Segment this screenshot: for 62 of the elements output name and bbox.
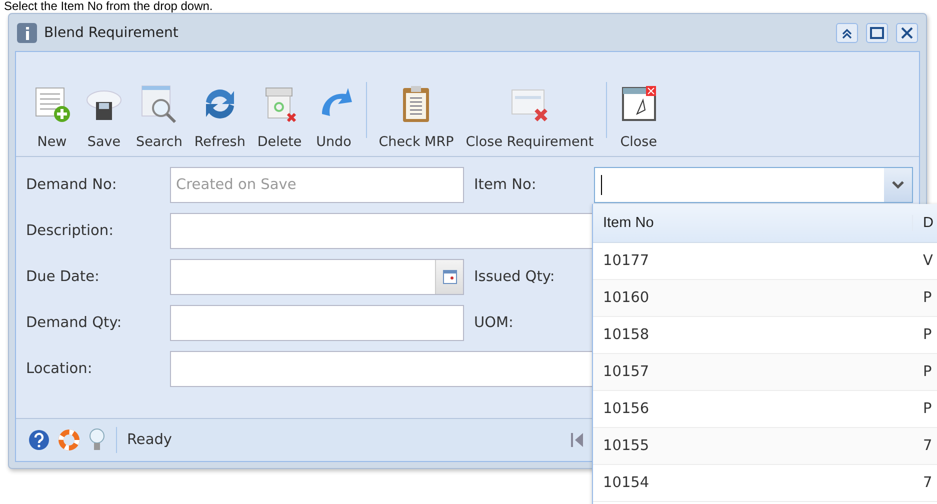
chevron-down-icon [892, 181, 904, 189]
list-row[interactable]: 10156 P [593, 391, 937, 428]
calendar-button[interactable] [435, 260, 463, 294]
window-title: Blend Requirement [44, 24, 180, 40]
maximize-icon [870, 26, 884, 38]
list-row[interactable]: 10160 P [593, 280, 937, 317]
toolbar-button[interactable]: Check MRP [372, 52, 460, 156]
list-row[interactable]: 10158 P [593, 317, 937, 354]
collapse-icon [841, 26, 853, 38]
field-label: Demand No: [26, 177, 118, 193]
toolbar-button[interactable]: Save [78, 52, 130, 156]
toolbar-button[interactable]: Search [130, 52, 188, 156]
column-header: Item No [593, 215, 913, 231]
dropdown-button[interactable] [884, 168, 912, 202]
list-row[interactable]: 10154 7 [593, 465, 937, 502]
info-icon [16, 22, 38, 44]
list-cell-text: P [922, 327, 933, 343]
field-label: UOM: [474, 315, 514, 331]
text-field[interactable] [170, 305, 464, 341]
toolbar-button[interactable]: Undo [308, 52, 360, 156]
list-cell-text: 10158 [602, 327, 650, 343]
text-field[interactable]: Created on Save [170, 167, 464, 203]
first-page-icon [569, 430, 585, 450]
list-cell-text: 10154 [602, 475, 650, 491]
list-cell-text: 10155 [602, 438, 650, 454]
list-cell-text: 7 [922, 475, 934, 491]
list-cell-text: 7 [922, 438, 934, 454]
field-label: Location: [26, 361, 94, 377]
lifebuoy-icon[interactable] [58, 429, 80, 451]
close-icon [901, 26, 913, 38]
toolbar-button[interactable]: Delete [251, 52, 308, 156]
list-cell-text: 10177 [602, 253, 650, 269]
lightbulb-icon[interactable] [88, 427, 106, 453]
field-label: Issued Qty: [474, 269, 556, 285]
column-header: D [913, 215, 937, 231]
list-row[interactable]: 10155 7 [593, 428, 937, 465]
list-cell-text: P [922, 364, 933, 380]
list-row[interactable]: 10157 P [593, 354, 937, 391]
toolbar-button[interactable]: New [26, 52, 78, 156]
list-cell-text: V [922, 253, 934, 269]
field-label: Description: [26, 223, 114, 239]
list-cell-text: 10157 [602, 364, 650, 380]
field-label: Demand Qty: [26, 315, 123, 331]
toolbar-button[interactable]: Close Requirement [460, 52, 600, 156]
calendar-icon [442, 270, 456, 284]
list-cell-text: 10156 [602, 401, 650, 417]
list-row[interactable]: 10177 V [593, 243, 937, 280]
list-cell-text: P [922, 290, 933, 306]
field-label: Due Date: [26, 269, 100, 285]
toolbar-button[interactable]: Refresh [188, 52, 252, 156]
combo-field[interactable] [594, 167, 913, 203]
help-icon[interactable] [28, 429, 50, 451]
close-button[interactable] [896, 22, 918, 42]
date-field[interactable] [170, 259, 464, 295]
maximize-button[interactable] [866, 22, 888, 42]
collapse-button[interactable] [836, 22, 858, 42]
status-text: Ready [127, 432, 172, 448]
instruction-text: Select the Item No from the drop down. [4, 0, 214, 13]
field-label: Item No: [474, 177, 538, 193]
list-cell-text: 10160 [602, 290, 650, 306]
toolbar-button[interactable]: Close [612, 52, 665, 156]
list-cell-text: P [922, 401, 933, 417]
